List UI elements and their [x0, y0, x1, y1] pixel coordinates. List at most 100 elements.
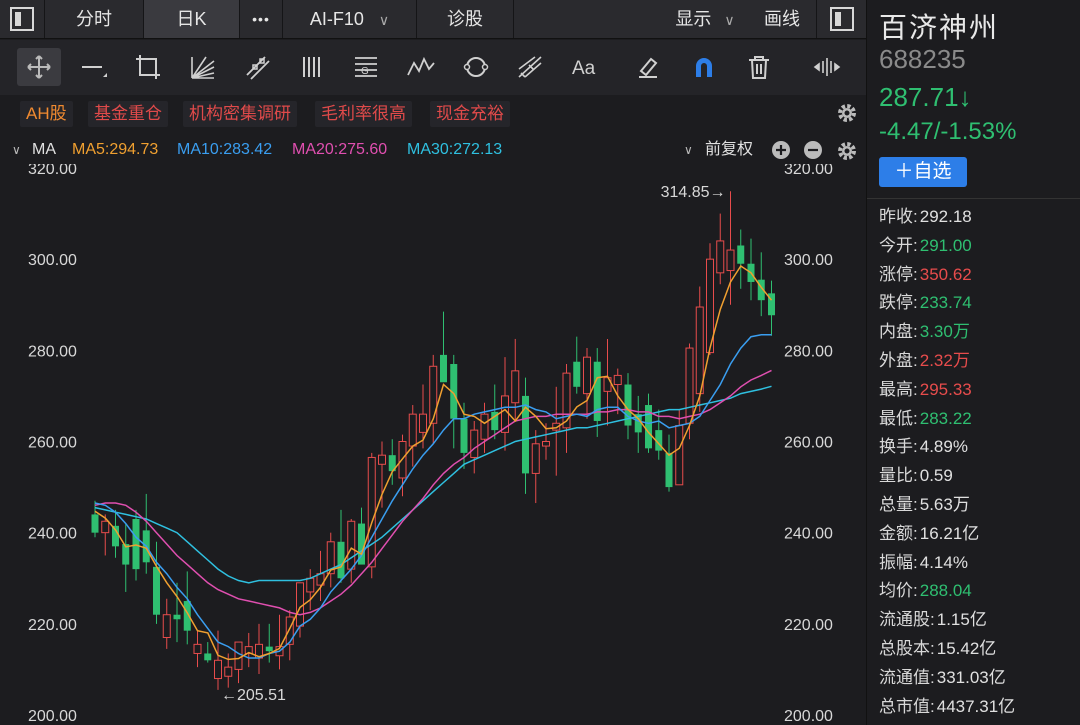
tag-fund[interactable]: 基金重仓	[88, 101, 168, 127]
y-tick-label-left: 320.00	[28, 164, 77, 178]
candle-body	[511, 370, 520, 404]
candle-body	[695, 306, 704, 395]
ma-label[interactable]: MA	[32, 136, 56, 164]
chevron-down-icon[interactable]: ∨	[12, 136, 21, 164]
cycle-icon[interactable]	[454, 48, 498, 86]
stat-row: 金额: 16.21亿	[879, 521, 979, 547]
stat-value: 4.14%	[919, 552, 968, 572]
tag-margin[interactable]: 毛利率很高	[315, 101, 412, 127]
adjust-dropdown[interactable]: 前复权	[705, 136, 753, 164]
stat-label: 流通股:	[879, 610, 935, 630]
candle-body	[665, 452, 673, 488]
candle-body	[204, 653, 212, 661]
tab-intraday[interactable]: 分时	[45, 0, 143, 38]
crosshair-icon[interactable]	[17, 48, 61, 86]
candle-body	[214, 659, 222, 680]
stat-row: 总量: 5.63万	[879, 492, 970, 518]
fib-icon[interactable]: G	[344, 48, 388, 86]
ma20-value: MA20:275.60	[292, 141, 388, 158]
candle-body	[470, 429, 479, 458]
y-tick-label-right: 320.00	[784, 164, 833, 178]
stat-label: 金额:	[879, 523, 918, 543]
sidebar-toggle[interactable]	[0, 0, 44, 38]
y-tick-label-left: 260.00	[28, 435, 77, 452]
bars-icon[interactable]	[290, 48, 334, 86]
stat-value: 2.32万	[919, 351, 970, 370]
candle-body	[480, 413, 489, 440]
stat-value: 0.59	[919, 466, 953, 486]
stat-value: 331.03亿	[936, 667, 1006, 687]
candle-body	[173, 614, 181, 620]
eraser-icon[interactable]	[626, 48, 670, 86]
y-tick-label-right: 200.00	[784, 708, 833, 725]
gann-icon[interactable]	[508, 48, 552, 86]
chevron-down-icon[interactable]: ∨	[684, 136, 693, 164]
tab-daily-k[interactable]: 日K	[144, 0, 239, 38]
gear-icon[interactable]	[836, 140, 858, 162]
magnet-icon[interactable]	[682, 48, 726, 86]
candle-body	[408, 413, 417, 447]
y-tick-label-right: 220.00	[784, 617, 833, 634]
stat-label: 内盘:	[879, 322, 918, 342]
y-tick-label-left: 240.00	[28, 526, 77, 543]
candle-body	[306, 577, 315, 593]
candle-body	[101, 520, 110, 534]
candle-body	[378, 454, 386, 465]
stat-label: 振幅:	[879, 552, 918, 572]
candle-body	[162, 614, 171, 639]
stat-value: 283.22	[919, 408, 972, 428]
zoom-in-icon[interactable]	[772, 141, 790, 159]
stat-value: 292.18	[919, 207, 972, 226]
display-dropdown[interactable]: 显示 ∨	[660, 0, 750, 38]
y-tick-label-right: 300.00	[784, 252, 833, 269]
fan-icon[interactable]	[181, 48, 225, 86]
stat-label: 换手:	[879, 437, 918, 457]
stat-label: 均价:	[879, 581, 918, 601]
add-watchlist-button[interactable]: ＋自选	[879, 157, 967, 187]
candle-body	[440, 354, 447, 383]
tag-ah[interactable]: AH股	[20, 101, 73, 127]
zoom-out-icon[interactable]	[804, 141, 822, 159]
draw-line-button[interactable]: 画线	[752, 0, 812, 38]
panel-icon	[830, 7, 854, 31]
stock-change: -4.47/-1.53%	[879, 118, 1017, 145]
right-panel-toggle[interactable]	[818, 0, 866, 38]
more-button[interactable]: •••	[240, 0, 282, 38]
stat-row: 量比: 0.59	[879, 463, 953, 489]
line-icon[interactable]	[72, 48, 116, 86]
stock-name: 百济神州	[879, 12, 1000, 43]
wave-icon[interactable]	[399, 48, 443, 86]
stat-value: 4.89%	[919, 437, 968, 457]
candle-body	[542, 441, 550, 447]
low-price-label: ←205.51	[221, 687, 286, 704]
divider	[867, 198, 1080, 199]
gear-icon[interactable]	[836, 102, 858, 124]
chevron-down-icon: ∨	[378, 12, 390, 28]
channel-icon[interactable]	[236, 48, 280, 86]
candle-body	[265, 646, 273, 652]
stat-label: 跌停:	[879, 293, 918, 313]
candle-body	[234, 641, 243, 670]
expand-icon[interactable]	[805, 48, 849, 86]
stat-row: 最低: 283.22	[879, 406, 972, 432]
stat-label: 涨停:	[879, 264, 918, 284]
diagnose-button[interactable]: 诊股	[417, 0, 513, 38]
drawing-toolbar: G Aa	[0, 40, 866, 95]
candlestick-chart[interactable]: 320.00 320.00 300.00 300.00 280.00 280.00 260.…	[0, 164, 866, 725]
candle-body	[337, 541, 345, 579]
chevron-down-icon: ∨	[724, 12, 735, 28]
stock-code: 688235	[879, 44, 966, 74]
stat-label: 流通值:	[879, 667, 935, 687]
stat-value: 15.42亿	[936, 639, 997, 658]
text-icon[interactable]: Aa	[563, 48, 607, 86]
f10-label: AI-F10	[309, 9, 364, 29]
ma10-value: MA10:283.42	[177, 141, 273, 158]
stat-value: 233.74	[919, 293, 972, 313]
f10-dropdown[interactable]: AI-F10 ∨	[283, 0, 416, 38]
tag-cash[interactable]: 现金充裕	[430, 101, 510, 127]
stat-value: 350.62	[919, 264, 972, 284]
tag-research[interactable]: 机构密集调研	[183, 101, 297, 127]
trash-icon[interactable]	[737, 48, 781, 86]
rect-icon[interactable]	[126, 48, 170, 86]
candle-body	[367, 456, 376, 568]
